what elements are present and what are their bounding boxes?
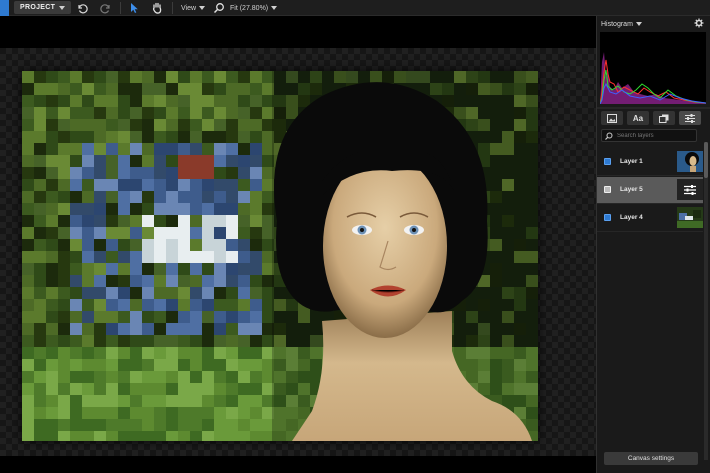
image-icon — [607, 113, 617, 123]
canvas-settings-button[interactable]: Canvas settings — [604, 452, 698, 465]
view-label: View — [181, 4, 197, 12]
histogram-label: Histogram — [601, 20, 633, 28]
layer-search-field[interactable] — [601, 129, 697, 142]
layer-row-layer-1[interactable]: Layer 1 — [597, 149, 703, 176]
pointer-icon[interactable] — [128, 0, 140, 16]
panel-tabs: Aa — [601, 111, 709, 125]
panel-divider — [597, 107, 710, 109]
canvas-settings-label: Canvas settings — [627, 455, 675, 462]
image-tab[interactable] — [601, 111, 623, 125]
layers-scrollbar[interactable] — [704, 142, 708, 460]
histogram-graph — [600, 32, 706, 104]
layer-visibility-checkbox[interactable] — [604, 186, 611, 193]
project-menu-button[interactable]: PROJECT — [14, 1, 72, 14]
layers-tab[interactable] — [653, 111, 675, 125]
layer-row-layer-4[interactable]: Layer 4 — [597, 205, 703, 232]
adjustment-layer-thumbnail — [677, 179, 703, 200]
canvas-image[interactable] — [22, 71, 538, 441]
toolbar-divider — [68, 2, 69, 14]
top-toolbar: PROJECT View Fit (27.80%) — [0, 0, 710, 16]
layer-name: Layer 1 — [620, 158, 643, 165]
layer-visibility-checkbox[interactable] — [604, 158, 611, 165]
zoom-menu[interactable]: Fit (27.80%) — [230, 0, 278, 16]
layer-visibility-checkbox[interactable] — [604, 214, 611, 221]
sliders-icon — [685, 113, 695, 123]
canvas-workspace[interactable] — [0, 16, 596, 473]
redo-icon[interactable] — [100, 0, 112, 16]
chevron-down-icon — [271, 6, 278, 10]
project-label: PROJECT — [20, 4, 56, 11]
histogram-dropdown[interactable]: Histogram — [601, 18, 642, 30]
hand-icon[interactable] — [151, 0, 163, 16]
layer-name: Layer 4 — [620, 214, 643, 221]
chevron-down-icon — [635, 22, 642, 26]
undo-icon[interactable] — [76, 0, 88, 16]
chevron-down-icon — [59, 5, 66, 10]
search-icon — [605, 132, 613, 140]
app-menu-button[interactable] — [0, 0, 9, 16]
mannequin-portrait-layer — [272, 71, 538, 441]
sliders-icon — [684, 184, 696, 195]
layer-row-layer-5[interactable]: Layer 5 — [597, 177, 703, 204]
search-input[interactable] — [617, 132, 693, 139]
zoom-icon[interactable] — [213, 0, 225, 16]
view-menu[interactable]: View — [181, 0, 206, 16]
layer-name: Layer 5 — [620, 186, 643, 193]
layer-thumbnail — [677, 151, 703, 172]
adjust-tab[interactable] — [679, 111, 701, 125]
zoom-level: Fit (27.80%) — [230, 4, 269, 12]
text-tab-label: Aa — [632, 113, 644, 123]
right-panel: Histogram Aa Layer 1 — [596, 16, 710, 473]
scrollbar-thumb[interactable] — [704, 142, 708, 178]
gear-icon[interactable] — [694, 18, 704, 30]
layer-thumbnail — [677, 207, 703, 228]
chevron-down-icon — [199, 6, 206, 10]
toolbar-divider — [172, 2, 173, 14]
layers-icon — [659, 114, 669, 123]
toolbar-divider — [120, 2, 121, 14]
text-tab[interactable]: Aa — [627, 111, 649, 125]
